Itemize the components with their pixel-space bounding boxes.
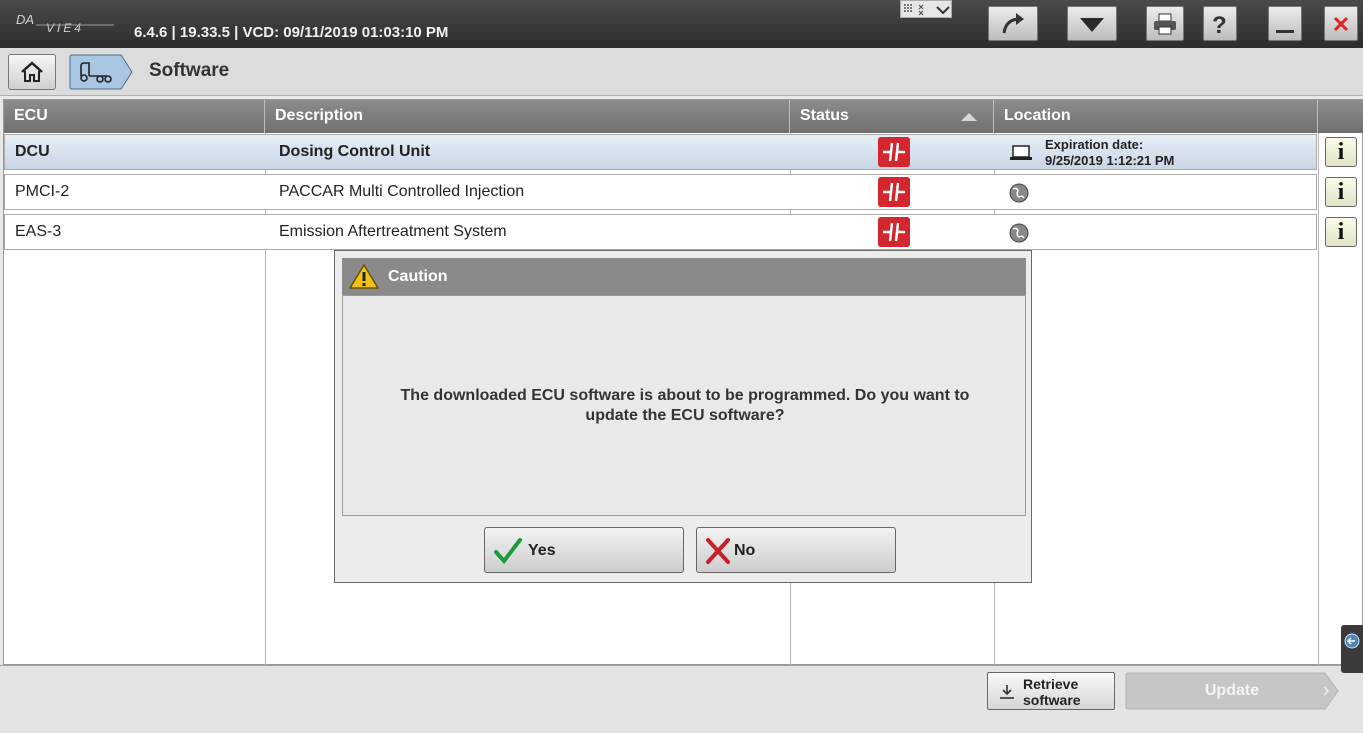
disconnected-status-icon: [878, 177, 910, 207]
expiration-date: 9/25/2019 1:12:21 PM: [1045, 153, 1175, 168]
ecu-cell: EAS-3: [15, 223, 62, 240]
sort-ascending-icon: [961, 113, 977, 121]
svg-text:VIE4: VIE4: [46, 21, 84, 34]
page-title: Software: [149, 60, 230, 81]
breadcrumb-bar: Software: [0, 48, 1363, 96]
globe-icon: [1009, 223, 1029, 243]
chevron-down-icon: [936, 6, 950, 15]
print-button[interactable]: [1146, 6, 1184, 41]
retrieve-software-label: Retrieve software: [1023, 676, 1081, 708]
retrieve-software-button[interactable]: Retrieve software: [987, 672, 1115, 710]
vehicle-breadcrumb-button[interactable]: [69, 54, 133, 90]
print-icon: [1154, 13, 1176, 34]
column-header-status-label: Status: [800, 107, 849, 124]
info-button[interactable]: i: [1325, 217, 1357, 247]
home-button[interactable]: [8, 54, 56, 90]
no-label: No: [734, 542, 756, 559]
column-divider: [265, 133, 266, 665]
column-header-location[interactable]: Location: [994, 100, 1318, 133]
table-row[interactable]: EAS-3 Emission Aftertreatment System: [4, 214, 1317, 250]
home-icon: [21, 61, 43, 82]
forward-button[interactable]: [988, 6, 1038, 41]
dropdown-menu-button[interactable]: [1067, 6, 1117, 41]
update-button[interactable]: Update: [1125, 672, 1339, 710]
dialog-header: Caution: [342, 258, 1026, 295]
update-label: Update: [1204, 682, 1260, 699]
forward-arrow-icon: [1002, 12, 1024, 33]
description-cell: Dosing Control Unit: [279, 143, 431, 160]
warning-icon: [349, 263, 379, 289]
download-icon: [1000, 685, 1014, 699]
column-divider: [1318, 133, 1319, 665]
minimize-button[interactable]: [1268, 6, 1302, 41]
description-cell: Emission Aftertreatment System: [279, 223, 507, 240]
column-header-ecu[interactable]: ECU: [4, 100, 265, 133]
column-header-status[interactable]: Status: [790, 100, 994, 133]
description-cell: PACCAR Multi Controlled Injection: [279, 183, 525, 200]
window-mini-controls[interactable]: [900, 0, 952, 18]
disconnected-status-icon: [878, 217, 910, 247]
expand-icon: [918, 4, 924, 16]
side-panel-tab[interactable]: [1341, 625, 1363, 673]
caution-dialog: Caution The downloaded ECU software is a…: [334, 250, 1032, 583]
table-row[interactable]: PMCI-2 PACCAR Multi Controlled Injection: [4, 174, 1317, 210]
svg-text:?: ?: [1212, 12, 1227, 37]
title-bar: DA VIE4 6.4.6 | 19.33.5 | VCD: 09/11/201…: [0, 0, 1363, 48]
dialog-message: The downloaded ECU software is about to …: [400, 387, 970, 424]
help-button[interactable]: ?: [1203, 6, 1237, 41]
ecu-cell: DCU: [15, 143, 50, 160]
close-icon: [1333, 16, 1349, 31]
globe-icon: [1009, 183, 1029, 203]
expiration-label: Expiration date:: [1045, 137, 1144, 152]
version-info: 6.4.6 | 19.33.5 | VCD: 09/11/2019 01:03:…: [134, 24, 449, 41]
close-button[interactable]: [1324, 6, 1358, 41]
dialog-body: The downloaded ECU software is about to …: [342, 295, 1026, 516]
yes-label: Yes: [528, 542, 556, 559]
arrow-left-circle-icon: [1344, 633, 1360, 649]
dialog-title: Caution: [388, 268, 448, 285]
no-button[interactable]: No: [696, 527, 896, 573]
yes-button[interactable]: Yes: [484, 527, 684, 573]
info-button[interactable]: i: [1325, 177, 1357, 207]
column-header-description[interactable]: Description: [265, 100, 790, 133]
checkmark-icon: [494, 538, 522, 565]
svg-text:DA: DA: [16, 12, 34, 27]
laptop-icon: [1010, 145, 1032, 160]
disconnected-status-icon: [878, 137, 910, 167]
x-icon: [706, 538, 730, 564]
grid-icon: [904, 4, 912, 12]
ecu-cell: PMCI-2: [15, 183, 70, 200]
dropdown-arrow-icon: [1080, 17, 1104, 32]
table-header: ECU Description Status Location: [4, 100, 1363, 133]
info-button[interactable]: i: [1325, 137, 1357, 167]
minimize-icon: [1276, 29, 1294, 33]
table-row[interactable]: DCU Dosing Control Unit Expiration date:…: [4, 134, 1317, 170]
davie4-logo: DA VIE4: [16, 12, 114, 34]
help-icon: ?: [1212, 12, 1227, 37]
